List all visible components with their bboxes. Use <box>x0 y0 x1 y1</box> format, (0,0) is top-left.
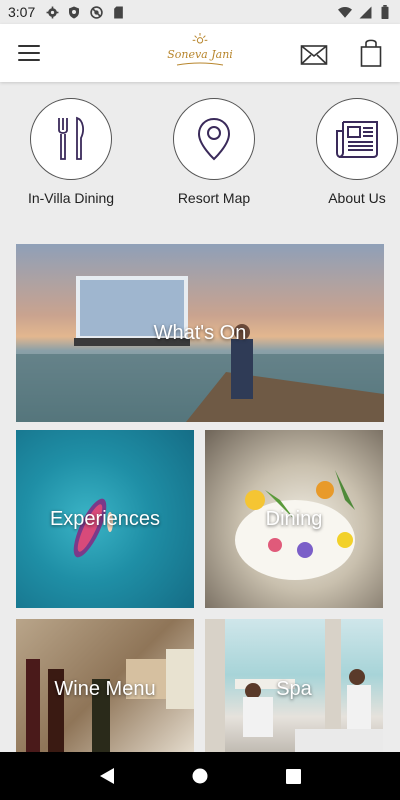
logo: Soneva Jani <box>167 32 233 72</box>
signal-icon <box>358 5 372 19</box>
shield-icon <box>67 5 81 19</box>
quick-link-circle <box>173 98 255 180</box>
tile-label: Dining <box>265 507 323 530</box>
quick-link-resort-map[interactable]: Resort Map <box>154 98 274 206</box>
quick-link-about-us[interactable]: About Us <box>297 98 400 206</box>
home-button[interactable] <box>180 756 220 796</box>
menu-button[interactable] <box>16 42 42 64</box>
quick-link-label: Resort Map <box>177 190 251 206</box>
tile-experiences[interactable]: Experiences <box>16 430 194 608</box>
tile-wine-menu[interactable]: Wine Menu <box>16 619 194 759</box>
shopping-bag-icon <box>360 39 382 67</box>
tile-label: Experiences <box>49 507 161 530</box>
recents-button[interactable] <box>273 756 313 796</box>
gear-icon <box>45 5 59 19</box>
back-button[interactable] <box>87 756 127 796</box>
logo-underline <box>176 62 224 66</box>
system-nav-bar <box>0 752 400 800</box>
status-icons-left <box>45 5 125 19</box>
tile-label: What's On <box>153 321 247 344</box>
logo-text: Soneva Jani <box>167 48 233 61</box>
home-circle-icon <box>192 768 208 784</box>
quick-link-in-villa-dining[interactable]: In-Villa Dining <box>11 98 131 206</box>
status-time: 3:07 <box>8 4 36 20</box>
newspaper-icon <box>336 121 378 158</box>
quick-link-circle <box>30 98 112 180</box>
tile-label: Spa <box>276 677 312 700</box>
map-pin-icon <box>197 117 231 161</box>
quick-link-circle <box>316 98 398 180</box>
tile-whats-on[interactable]: What's On <box>16 244 384 422</box>
mail-button[interactable] <box>300 44 328 66</box>
hamburger-line <box>18 45 40 47</box>
back-triangle-icon <box>99 768 114 784</box>
quick-link-label: About Us <box>328 190 386 206</box>
shopping-bag-button[interactable] <box>360 38 382 68</box>
sun-icon <box>192 33 208 44</box>
recents-square-icon <box>285 768 301 784</box>
wifi-icon <box>338 5 352 19</box>
quick-link-label: In-Villa Dining <box>27 190 115 206</box>
tile-spa[interactable]: Spa <box>205 619 383 759</box>
battery-icon <box>378 5 392 19</box>
no-sync-icon <box>89 5 103 19</box>
status-icons-right <box>338 5 392 19</box>
status-bar: 3:07 <box>0 0 400 24</box>
tile-label: Wine Menu <box>54 677 156 700</box>
tile-dining[interactable]: Dining <box>205 430 383 608</box>
sd-card-icon <box>111 5 125 19</box>
hamburger-line <box>18 59 40 61</box>
envelope-icon <box>300 45 328 65</box>
fork-knife-icon <box>58 116 84 160</box>
app-bar: Soneva Jani <box>0 24 400 82</box>
hamburger-line <box>18 52 40 54</box>
quick-links: In-Villa Dining Resort Map About Us <box>0 82 400 222</box>
